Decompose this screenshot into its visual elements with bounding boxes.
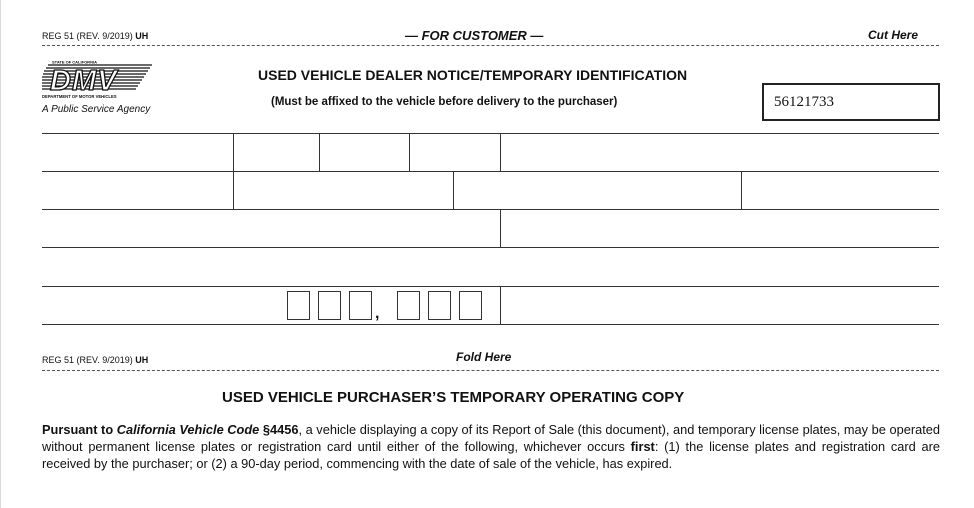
agency-tagline: A Public Service Agency [42,104,151,115]
svg-text:DMV: DMV [50,65,119,97]
row1-divider-4 [500,133,501,171]
para-section: §4456 [259,422,299,437]
row1-divider-2 [319,133,320,171]
form-number-text: REG 51 (REV. 9/2019) [42,355,136,365]
grid-line-6 [42,324,939,325]
odometer-digit-box[interactable] [287,291,310,320]
for-customer-label: — FOR CUSTOMER — [405,28,544,43]
grid-line-5 [42,286,939,287]
dmv-logo: STATE OF CALIFORNIA DMV DEPARTMENT OF MO… [42,60,172,116]
form-number-fold: REG 51 (REV. 9/2019) UH [42,355,148,365]
odometer-comma: , [375,305,380,322]
row5-divider-1 [500,286,501,324]
fold-line [42,370,939,371]
row2-divider-1 [233,171,234,209]
odometer-digit-box[interactable] [428,291,451,320]
cut-line [42,45,939,46]
form-number-suffix: UH [135,355,149,365]
form-number-top: REG 51 (REV. 9/2019) UH [42,31,148,41]
para-code-name: California Vehicle Code [116,422,260,437]
svg-text:DEPARTMENT OF MOTOR VEHICLES: DEPARTMENT OF MOTOR VEHICLES [42,94,117,99]
odometer-entry: , [287,291,497,323]
notice-id-box: 56121733 [762,83,940,121]
odometer-digit-box[interactable] [349,291,372,320]
cut-here-label: Cut Here [868,28,919,42]
dmv-logo-icon: STATE OF CALIFORNIA DMV DEPARTMENT OF MO… [42,60,152,99]
fold-here-label: Fold Here [456,350,512,364]
operating-copy-paragraph: Pursuant to California Vehicle Code §445… [42,421,940,472]
notice-subtitle: (Must be affixed to the vehicle before d… [271,96,618,108]
para-first: first [630,439,655,454]
para-pursuant: Pursuant to [42,422,117,437]
svg-text:STATE OF CALIFORNIA: STATE OF CALIFORNIA [52,60,97,65]
odometer-digit-box[interactable] [318,291,341,320]
odometer-digit-box[interactable] [459,291,482,320]
row1-divider-3 [409,133,410,171]
form-number-text: REG 51 (REV. 9/2019) [42,31,136,41]
operating-copy-title: USED VEHICLE PURCHASER’S TEMPORARY OPERA… [222,389,685,406]
notice-title: USED VEHICLE DEALER NOTICE/TEMPORARY IDE… [258,67,688,83]
form-number-suffix: UH [135,31,149,41]
row2-divider-3 [741,171,742,209]
odometer-digit-box[interactable] [397,291,420,320]
grid-line-1 [42,133,939,134]
grid-line-3 [42,209,939,210]
row2-divider-2 [453,171,454,209]
row1-divider-1 [233,133,234,171]
page-left-border [0,0,1,508]
grid-line-4 [42,247,939,248]
row3-divider-1 [500,209,501,247]
grid-line-2 [42,171,939,172]
